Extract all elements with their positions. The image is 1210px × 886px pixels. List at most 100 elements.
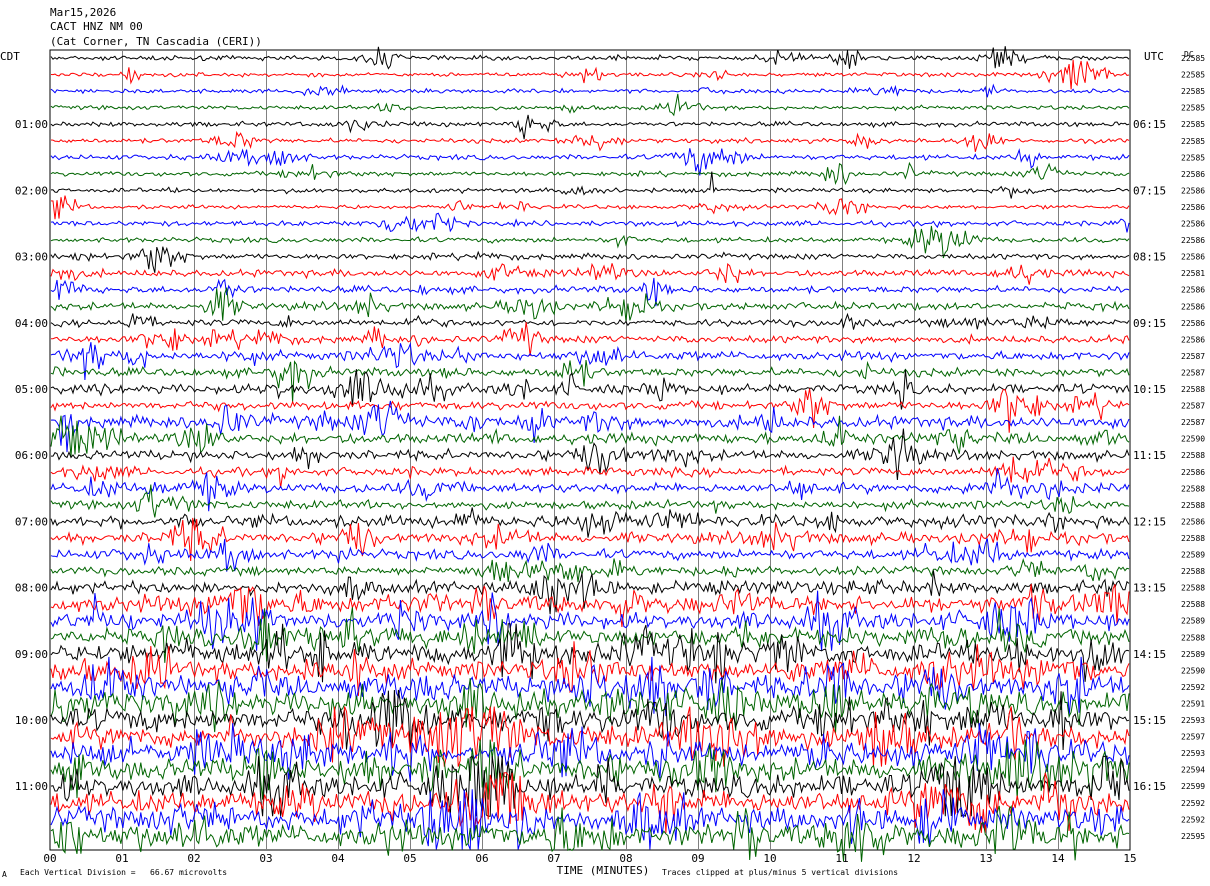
plot-frame [49, 49, 1131, 851]
dc-offset-label: 22586 [1181, 335, 1205, 344]
trace-line [50, 59, 1130, 90]
dc-offset-label: 22599 [1181, 782, 1205, 791]
trace-line [50, 148, 1130, 176]
dc-offset-label: 22588 [1181, 451, 1205, 460]
x-tick-label: 03 [259, 852, 272, 865]
dc-offset-label: 22585 [1181, 87, 1205, 96]
dc-offset-label: 22597 [1181, 733, 1205, 742]
dc-offset-label: 22588 [1181, 600, 1205, 609]
right-time-label: 08:15 [1133, 251, 1166, 264]
dc-offset-label: 22592 [1181, 815, 1205, 824]
right-time-label: 09:15 [1133, 317, 1166, 330]
left-time-label: 04:00 [15, 317, 48, 330]
trace-line [50, 739, 1130, 800]
dc-offset-label: 22586 [1181, 236, 1205, 245]
x-tick-label: 06 [475, 852, 488, 865]
dc-offset-label: 22586 [1181, 220, 1205, 229]
x-tick-label: 12 [907, 852, 920, 865]
clip-note: Traces clipped at plus/minus 5 vertical … [662, 868, 899, 877]
right-time-label: 14:15 [1133, 648, 1166, 661]
trace-line [50, 360, 1130, 403]
x-tick-label: 14 [1051, 852, 1065, 865]
trace-line [50, 557, 1130, 583]
x-tick-label: 10 [763, 852, 776, 865]
dc-offset-label: 22585 [1181, 104, 1205, 113]
trace-line [50, 93, 1130, 117]
trace-line [50, 212, 1130, 233]
trace-line [50, 262, 1130, 285]
dc-offset-label: 22592 [1181, 683, 1205, 692]
x-tick-label: 02 [187, 852, 200, 865]
dc-offset-label: 22588 [1181, 501, 1205, 510]
dc-offset-label: 22585 [1181, 54, 1205, 63]
dc-offset-label: 22595 [1181, 832, 1205, 841]
dc-offset-label: 22590 [1181, 666, 1205, 675]
trace-line [50, 342, 1130, 381]
left-time-label: 01:00 [15, 118, 48, 131]
x-tick-label: 01 [115, 852, 128, 865]
dc-offset-label: 22586 [1181, 286, 1205, 295]
dc-offset-label: 22589 [1181, 617, 1205, 626]
right-time-label: 12:15 [1133, 515, 1166, 528]
trace-line [51, 428, 1130, 481]
trace-line [50, 755, 1130, 818]
corner-mark: A [2, 870, 7, 879]
left-time-label: 10:00 [15, 714, 48, 727]
left-time-label: 07:00 [15, 515, 48, 528]
trace-line [50, 287, 1130, 321]
trace-line [50, 369, 1130, 410]
x-tick-label: 09 [691, 852, 704, 865]
dc-offset-label: 22588 [1181, 534, 1205, 543]
x-tick-label: 04 [331, 852, 345, 865]
scale-note: Each Vertical Division = 66.67 microvolt… [20, 868, 228, 877]
left-time-label: 08:00 [15, 582, 48, 595]
left-time-label: 02:00 [15, 184, 48, 197]
dc-offset-label: 22581 [1181, 269, 1205, 278]
x-tick-label: 05 [403, 852, 416, 865]
x-tick-label: 15 [1123, 852, 1136, 865]
dc-offset-label: 22593 [1181, 716, 1205, 725]
dc-offset-label: 22585 [1181, 120, 1205, 129]
dc-offset-label: 22589 [1181, 551, 1205, 560]
dc-offset-label: 22592 [1181, 799, 1205, 808]
trace-line [50, 130, 1130, 152]
dc-offset-label: 22586 [1181, 517, 1205, 526]
dc-offset-label: 22589 [1181, 650, 1205, 659]
dc-offset-label: 22591 [1181, 699, 1205, 708]
trace-line [50, 570, 1130, 615]
x-tick-label: 00 [43, 852, 56, 865]
dc-offset-label: 22588 [1181, 584, 1205, 593]
dc-offset-label: 22587 [1181, 368, 1205, 377]
left-time-label: 06:00 [15, 449, 48, 462]
dc-offset-label: 22588 [1181, 385, 1205, 394]
trace-line [51, 322, 1130, 356]
trace-line [50, 161, 1130, 186]
left-time-label: 09:00 [15, 648, 48, 661]
trace-line [50, 507, 1130, 538]
dc-offset-label: 22587 [1181, 402, 1205, 411]
dc-offset-label: 22588 [1181, 484, 1205, 493]
right-time-label: 07:15 [1133, 184, 1166, 197]
right-time-label: 06:15 [1133, 118, 1166, 131]
dc-offset-label: 22586 [1181, 186, 1205, 195]
trace-line [50, 246, 1130, 273]
right-time-label: 13:15 [1133, 582, 1166, 595]
left-time-label: 05:00 [15, 383, 48, 396]
left-time-label: 03:00 [15, 251, 48, 264]
right-time-label: 15:15 [1133, 714, 1166, 727]
dc-offset-label: 22588 [1181, 633, 1205, 642]
trace-line [50, 83, 1130, 98]
dc-offset-label: 22587 [1181, 352, 1205, 361]
dc-offset-label: 22588 [1181, 567, 1205, 576]
trace-line [50, 114, 1130, 140]
trace-line [50, 195, 1130, 220]
dc-offset-label: 22586 [1181, 253, 1205, 262]
right-time-label: 11:15 [1133, 449, 1166, 462]
trace-line [50, 171, 1130, 199]
x-tick-label: 13 [979, 852, 992, 865]
dc-offset-label: 22585 [1181, 153, 1205, 162]
right-time-label: 16:15 [1133, 780, 1166, 793]
dc-offset-label: 22586 [1181, 468, 1205, 477]
x-tick-label: 11 [835, 852, 848, 865]
dc-offset-label: 22594 [1181, 766, 1205, 775]
